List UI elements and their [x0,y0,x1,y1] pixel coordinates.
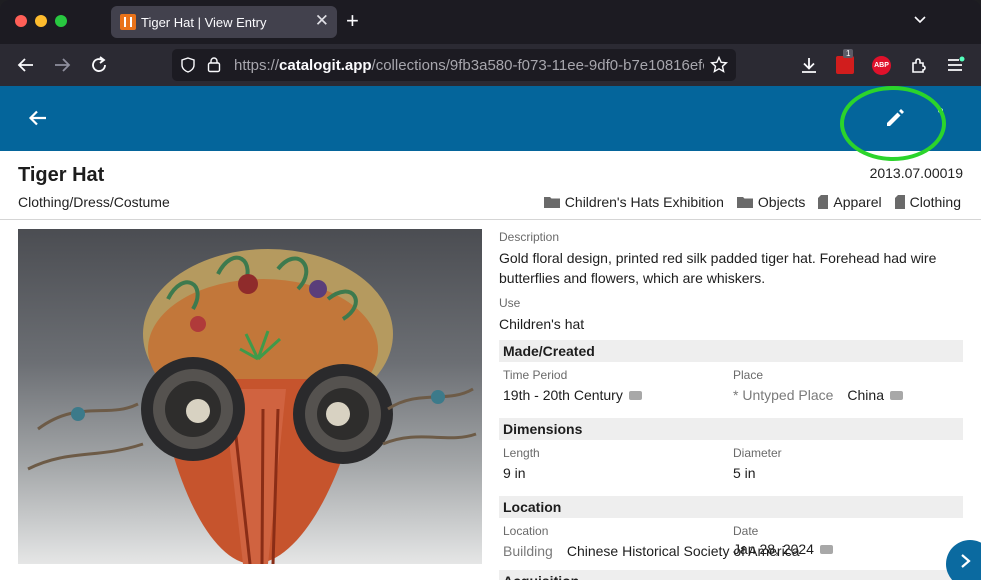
lock-icon[interactable] [206,56,222,73]
dimensions-heading: Dimensions [499,418,963,440]
place-value: * Untyped Place China [733,385,903,405]
date-value: Jan 28, 2024 [733,541,833,557]
back-arrow-icon[interactable] [16,55,36,75]
entry-classification: Clothing/Dress/Costume [18,194,170,210]
extensions-puzzle-icon[interactable] [909,55,929,75]
comment-icon[interactable] [819,544,833,554]
chevron-down-icon[interactable] [913,13,927,27]
url-text: https://catalogit.app/collections/9fb3a5… [234,57,704,74]
length-label: Length [503,446,540,460]
use-value: Children's hat [499,316,585,332]
url-host: catalogit.app [279,57,372,74]
catalogit-favicon-icon [120,14,136,30]
description-value: Gold floral design, printed red silk pad… [499,250,937,286]
tag-childrens-hats-exhibition[interactable]: Children's Hats Exhibition [543,194,724,210]
browser-tab[interactable]: Tiger Hat | View Entry ✕ [111,6,337,38]
object-photo[interactable] [18,229,482,564]
tag-label: Objects [757,194,806,210]
use-field: Use Children's hat [499,296,963,334]
back-arrow-icon[interactable] [28,108,48,128]
url-scheme: https:// [234,57,280,74]
browser-toolbar: https://catalogit.app/collections/9fb3a5… [0,44,981,86]
file-icon [894,195,905,209]
tiger-hat-image [27,249,477,564]
tab-title: Tiger Hat | View Entry [141,15,267,30]
tag-clothing[interactable]: Clothing [894,194,961,210]
edit-button-highlight [840,86,946,161]
entry-id: 2013.07.00019 [869,165,963,181]
tab-close-icon[interactable]: ✕ [315,11,329,31]
place-label: Place [733,368,764,382]
made-created-section: Time Period 19th - 20th Century Place * … [499,362,963,414]
time-period-text: 19th - 20th Century [503,387,623,403]
folder-icon [543,197,560,208]
location-heading: Location [499,496,963,518]
zoom-window-button[interactable] [55,15,67,27]
extension-badge: 1 [843,49,854,58]
acquisition-heading: Acquisition [499,570,963,580]
address-bar[interactable]: https://catalogit.app/collections/9fb3a5… [172,49,736,81]
date-text: Jan 28, 2024 [733,541,814,557]
comment-icon[interactable] [628,390,642,400]
place-type: * Untyped Place [733,387,834,403]
forward-arrow-icon[interactable] [52,55,72,75]
length-value: 9 in [503,465,526,481]
browser-titlebar: Tiger Hat | View Entry ✕ + [0,0,981,44]
tag-objects[interactable]: Objects [736,194,806,210]
diameter-value: 5 in [733,465,756,481]
description-label: Description [499,230,560,244]
location-type: Building [503,543,553,559]
entry-details: Description Gold floral design, printed … [499,230,963,580]
tag-label: Apparel [833,194,882,210]
shield-icon[interactable] [180,57,196,73]
extension-icon[interactable]: 1 [836,49,854,74]
bookmark-star-icon[interactable] [710,56,728,74]
download-icon[interactable] [799,55,819,75]
adblock-plus-icon[interactable]: ABP [872,56,891,75]
use-label: Use [499,296,521,310]
minimize-window-button[interactable] [35,15,47,27]
tag-apparel[interactable]: Apparel [818,194,882,210]
chevron-right-icon [961,554,971,568]
time-period-value: 19th - 20th Century [503,385,642,405]
app-menu-icon[interactable] [945,55,965,75]
description-field: Description Gold floral design, printed … [499,230,963,288]
close-window-button[interactable] [15,15,27,27]
entry-tags: Children's Hats Exhibition Objects Appar… [543,194,961,210]
tag-label: Children's Hats Exhibition [564,194,724,210]
diameter-label: Diameter [733,446,782,460]
file-icon [818,195,829,209]
comment-icon[interactable] [890,390,903,400]
date-label: Date [733,524,759,538]
dimensions-section: Length 9 in Diameter 5 in [499,440,963,492]
folder-icon [736,197,753,208]
header-divider [0,219,981,220]
new-tab-button[interactable]: + [346,8,359,34]
tag-label: Clothing [909,194,961,210]
reload-icon[interactable] [89,55,109,75]
web-page: Tiger Hat Clothing/Dress/Costume 2013.07… [0,86,981,580]
time-period-label: Time Period [503,368,568,382]
made-created-heading: Made/Created [499,340,963,362]
place-text: China [847,387,884,403]
url-path: /collections/9fb3a580-f073-11ee-9df0-b7e… [371,57,704,74]
entry-title: Tiger Hat [18,164,105,186]
location-section: Location Building Chinese Historical Soc… [499,518,963,570]
app-bar [0,86,981,151]
